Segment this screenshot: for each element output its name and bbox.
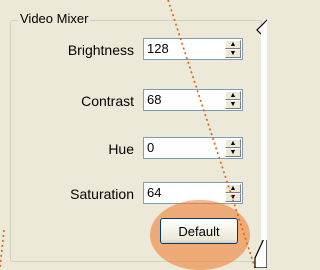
default-button[interactable]: Default [160, 218, 238, 244]
contrast-label: Contrast [81, 93, 134, 109]
hue-label: Hue [108, 141, 134, 157]
contrast-spinbox[interactable]: 68 ▲ ▼ [143, 89, 243, 111]
brightness-value[interactable]: 128 [147, 41, 169, 56]
hue-spinbox[interactable]: 0 ▲ ▼ [143, 137, 243, 159]
brightness-spinbox[interactable]: 128 ▲ ▼ [143, 38, 243, 60]
callout-bubble-edge [254, 19, 267, 268]
saturation-label: Saturation [70, 186, 134, 202]
contrast-value[interactable]: 68 [147, 92, 161, 107]
brightness-label: Brightness [67, 42, 134, 58]
saturation-value[interactable]: 64 [147, 185, 161, 200]
hue-value[interactable]: 0 [147, 140, 154, 155]
groupbox-title: Video Mixer [18, 11, 91, 26]
